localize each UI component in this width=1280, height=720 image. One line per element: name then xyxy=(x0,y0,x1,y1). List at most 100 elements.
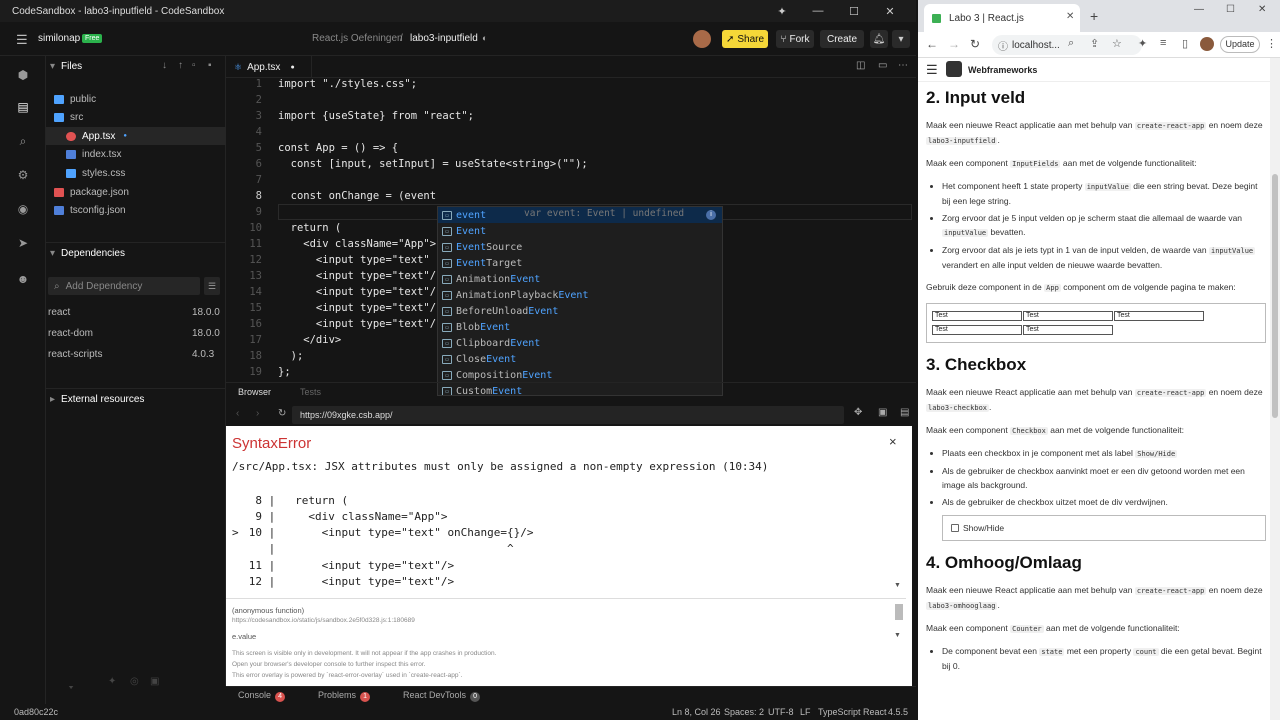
extensions-icon[interactable]: ✦ xyxy=(764,0,800,22)
dependencies-section-header[interactable]: ▾ Dependencies xyxy=(46,242,226,264)
forward-icon[interactable]: › xyxy=(256,408,259,419)
demo-input[interactable]: Test xyxy=(932,311,1022,321)
autocomplete-item[interactable]: ▭ BeforeUnload Event xyxy=(438,303,722,319)
demo-checkbox[interactable] xyxy=(951,524,959,532)
new-tab-icon[interactable]: + xyxy=(1090,8,1098,24)
split-view-icon[interactable]: ◫ xyxy=(856,60,865,71)
add-dependency-input[interactable]: ⌕ Add Dependency xyxy=(48,277,200,295)
refresh-icon[interactable]: ↻ xyxy=(278,408,286,419)
minimize-button[interactable]: — xyxy=(1194,4,1204,15)
share-icon[interactable]: ⇪ xyxy=(1090,37,1099,50)
files-section-header[interactable]: ▾ Files ↓ ↑ ▫ ▪ xyxy=(46,56,226,76)
autocomplete-item[interactable]: ▭ Close Event xyxy=(438,351,722,367)
encoding[interactable]: UTF-8 xyxy=(768,707,794,717)
reading-list-icon[interactable]: ≡ xyxy=(1160,37,1166,49)
breadcrumb-parent[interactable]: React.js Oefeningen xyxy=(312,33,403,44)
search-icon[interactable]: ⌕ xyxy=(12,130,34,152)
files-icon[interactable]: ▤ xyxy=(12,96,34,118)
live-icon[interactable]: ☻ xyxy=(12,268,34,290)
back-icon[interactable]: ‹ xyxy=(236,408,239,419)
indentation[interactable]: Spaces: 2 xyxy=(724,707,764,717)
share-button[interactable]: ➚ Share xyxy=(722,30,768,48)
close-window-button[interactable]: ✕ xyxy=(872,0,908,22)
external-resources-header[interactable]: ▸ External resources xyxy=(46,388,226,410)
sidebar-icon[interactable]: ▯ xyxy=(1182,37,1188,50)
autocomplete-item[interactable]: ▭ Event xyxy=(438,223,722,239)
dependency-item[interactable]: react 18.0.0 xyxy=(46,305,226,323)
add-folder-icon[interactable]: ▪ xyxy=(208,60,212,71)
autocomplete-item[interactable]: ▭ AnimationPlayback Event xyxy=(438,287,722,303)
code-line[interactable]: 4 xyxy=(226,126,916,142)
settings-icon[interactable]: ⚙ xyxy=(12,164,34,186)
code-line[interactable]: 7 xyxy=(226,174,916,190)
cursor-position[interactable]: Ln 8, Col 26 xyxy=(672,707,721,717)
fork-button[interactable]: ⑂ Fork xyxy=(776,30,814,48)
site-info-icon[interactable]: ⓘ xyxy=(998,38,1008,53)
tab-tests[interactable]: Tests xyxy=(300,387,321,397)
sandbox-name[interactable]: labo3-inputfield xyxy=(410,33,478,44)
bookmark-star-icon[interactable]: ☆ xyxy=(1112,37,1122,50)
cube-icon[interactable]: ⬢ xyxy=(12,64,34,86)
commit-hash[interactable]: 0ad80c22c xyxy=(14,707,58,717)
scrollbar-thumb[interactable] xyxy=(895,604,903,620)
update-button[interactable]: Update xyxy=(1220,36,1260,53)
minimize-button[interactable]: — xyxy=(800,0,836,22)
file-tree-item[interactable]: App.tsx ● xyxy=(46,127,226,146)
demo-input[interactable]: Test xyxy=(1114,311,1204,321)
bottom-tab[interactable]: Console 4 xyxy=(238,690,286,702)
code-line[interactable]: 3 import {useState} from "react"; xyxy=(226,110,916,126)
back-icon[interactable]: ← xyxy=(926,37,938,51)
responsive-icon[interactable]: ✥ xyxy=(854,407,862,418)
open-new-tab-icon[interactable]: ▤ xyxy=(900,407,909,418)
ts-version[interactable]: 4.5.5 xyxy=(888,707,908,717)
avatar[interactable] xyxy=(693,30,711,48)
extensions-icon[interactable]: ✦ xyxy=(1138,37,1147,50)
more-options-icon[interactable]: ⋯ xyxy=(898,60,908,71)
code-line[interactable]: 5 const App = () => { xyxy=(226,142,916,158)
profile-avatar[interactable] xyxy=(1200,37,1214,51)
new-folder-icon[interactable]: ▫ xyxy=(192,60,196,71)
stack-url[interactable]: https://codesandbox.io/static/js/sandbox… xyxy=(232,617,415,624)
dependency-options-icon[interactable]: ☰ xyxy=(204,277,220,295)
bottom-tab[interactable]: Problems 1 xyxy=(318,690,371,702)
language-mode[interactable]: TypeScript React xyxy=(818,707,887,717)
file-tree-item[interactable]: src xyxy=(46,109,226,127)
file-tree-item[interactable]: tsconfig.json xyxy=(46,202,226,220)
file-tree-item[interactable]: public xyxy=(46,90,226,108)
site-title[interactable]: Webframeworks xyxy=(968,65,1037,75)
code-line[interactable]: 6 const [input, setInput] = useState<str… xyxy=(226,158,916,174)
file-tree-item[interactable]: index.tsx xyxy=(46,146,226,164)
preview-url-input[interactable]: https://09xgke.csb.app/ xyxy=(292,406,844,424)
new-file-icon[interactable]: ↓ xyxy=(162,60,167,71)
upload-icon[interactable]: ↑ xyxy=(178,60,183,71)
line-ending[interactable]: LF xyxy=(800,707,811,717)
dependency-item[interactable]: react-dom 18.0.0 xyxy=(46,326,226,344)
notification-bell-icon[interactable]: 🔔︎ xyxy=(870,30,888,48)
dependency-item[interactable]: react-scripts 4.0.3 xyxy=(46,347,226,365)
bottom-tab[interactable]: React DevTools 0 xyxy=(403,690,481,702)
create-button[interactable]: Create xyxy=(820,30,864,48)
code-line[interactable]: 2 xyxy=(226,94,916,110)
zoom-icon[interactable]: ⌕ xyxy=(1068,37,1074,50)
autocomplete-item[interactable]: ▭ Clipboard Event xyxy=(438,335,722,351)
scrollbar-thumb[interactable] xyxy=(1272,174,1278,418)
tab-browser[interactable]: Browser xyxy=(238,387,271,397)
maximize-button[interactable]: ☐ xyxy=(836,0,872,22)
close-window-button[interactable]: ✕ xyxy=(1258,4,1266,15)
scroll-down-icon[interactable]: ▼ xyxy=(894,632,901,639)
twitter-icon[interactable]: ✦ xyxy=(108,676,116,687)
maximize-button[interactable]: ☐ xyxy=(1226,4,1235,15)
browser-tab[interactable]: Labo 3 | React.js ✕ xyxy=(924,4,1080,32)
autocomplete-popup[interactable]: ▭ event ▭ Event ▭ Event Source ▭ Event Target ▭ Ani… xyxy=(437,206,723,396)
github-icon[interactable]: ◎ xyxy=(130,676,139,687)
autocomplete-item[interactable]: ▭ Blob Event xyxy=(438,319,722,335)
code-line[interactable]: 1 import "./styles.css"; xyxy=(226,78,916,94)
github-icon[interactable]: ◉ xyxy=(12,198,34,220)
browser-menu-icon[interactable]: ⋮ xyxy=(1266,37,1277,50)
preview-icon[interactable]: ▭ xyxy=(878,60,887,71)
autocomplete-item[interactable]: ▭ Event Target xyxy=(438,255,722,271)
page-scrollbar[interactable] xyxy=(1270,58,1280,720)
account-menu-icon[interactable]: ▾ xyxy=(892,30,910,48)
workspace-name[interactable]: similonap xyxy=(38,33,80,44)
file-tree-item[interactable]: styles.css xyxy=(46,164,226,182)
